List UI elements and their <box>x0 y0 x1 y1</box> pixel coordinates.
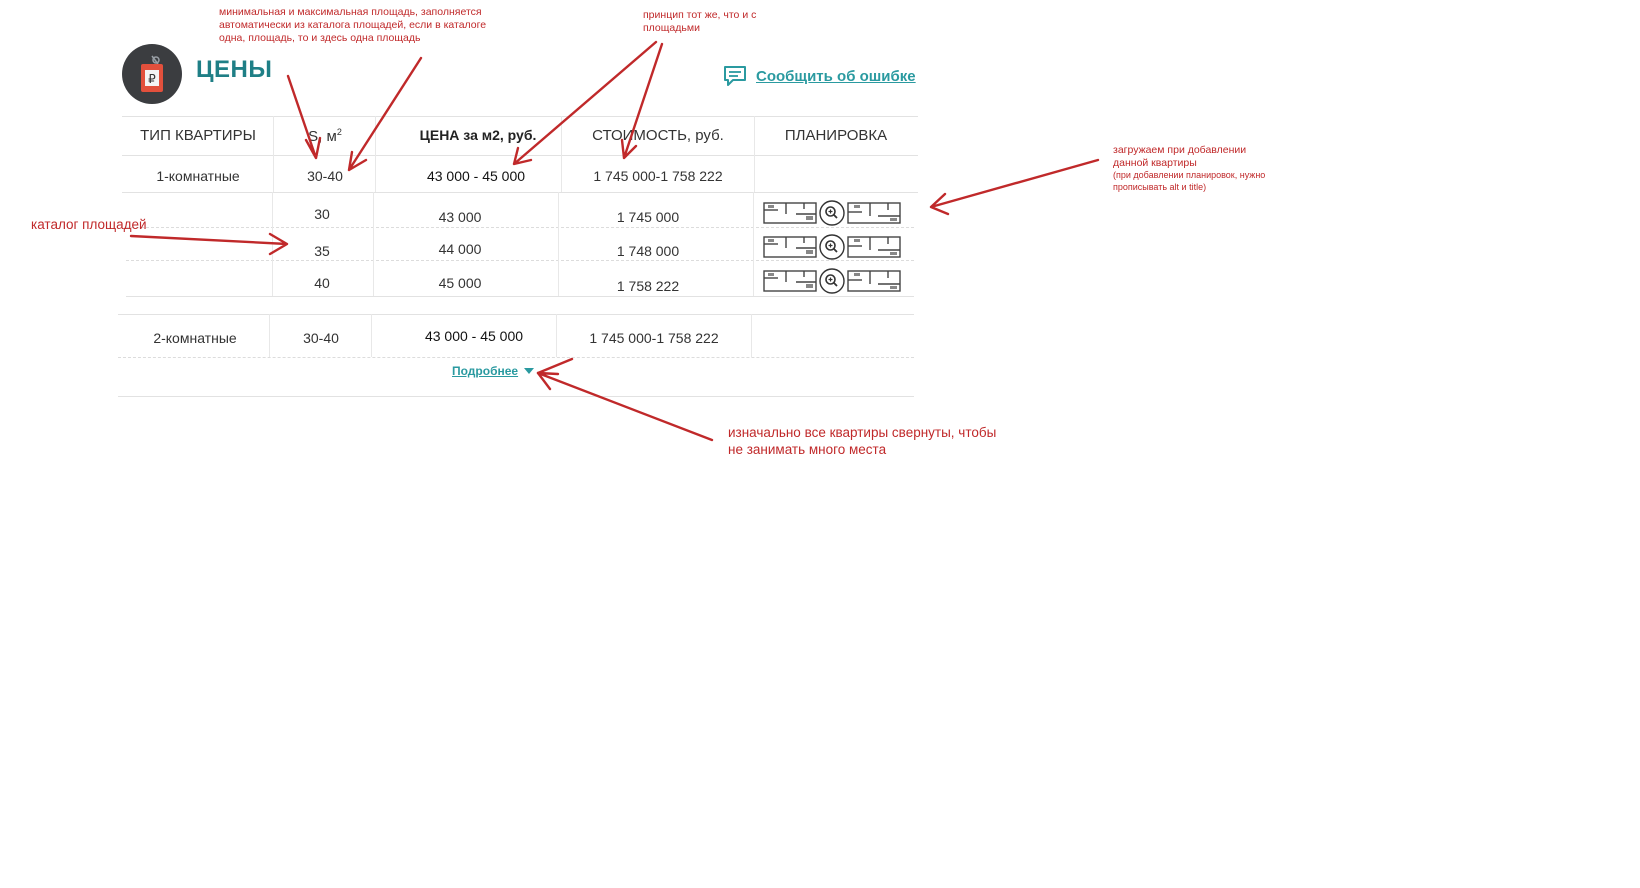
area-value: 40 <box>314 275 330 291</box>
column-divider <box>558 192 559 296</box>
more-label[interactable]: Подробнее <box>452 364 518 378</box>
chat-icon <box>724 66 746 86</box>
column-divider <box>561 116 562 192</box>
arrow <box>536 371 714 442</box>
arrow <box>129 232 289 256</box>
row-divider <box>126 227 914 228</box>
area-value: 35 <box>314 243 330 259</box>
annotation-plan: загружаем при добавлении данной квартиры… <box>1113 144 1273 193</box>
row-divider <box>126 260 914 261</box>
report-error-link[interactable]: Сообщить об ошибке <box>722 64 916 88</box>
zoom-icon <box>763 268 901 294</box>
annotation-collapse: изначально все квартиры свернуты, чтобы … <box>728 425 996 459</box>
group-divider <box>118 314 914 315</box>
row-divider <box>118 357 914 358</box>
annotation-catalog: каталог площадей <box>31 217 147 232</box>
price-range: 43 000 - 45 000 <box>424 328 524 344</box>
annotation-area: минимальная и максимальная площадь, запо… <box>219 6 487 45</box>
column-divider <box>556 314 557 357</box>
header-divider <box>122 155 918 156</box>
table-top-border <box>122 116 918 117</box>
cost-value: 1 745 000 <box>616 209 680 225</box>
cost-range: 1 745 000-1 758 222 <box>589 330 719 346</box>
arrow <box>929 158 1100 216</box>
row-divider <box>122 192 918 193</box>
price-range: 43 000 - 45 000 <box>426 168 526 184</box>
column-divider <box>269 314 270 357</box>
area-superscript: 2 <box>336 127 342 137</box>
column-divider <box>751 314 752 357</box>
report-error-label[interactable]: Сообщить об ошибке <box>756 68 916 85</box>
column-header-plan: ПЛАНИРОВКА <box>784 127 888 144</box>
zoom-icon <box>763 200 901 226</box>
floor-plan-thumbnail[interactable] <box>762 268 902 294</box>
column-divider <box>273 116 274 192</box>
area-range: 30-40 <box>303 330 339 346</box>
annotation-plan-line: (при добавлении планировок, нужно пропис… <box>1113 170 1266 192</box>
page-title: ЦЕНЫ <box>196 56 273 83</box>
column-header-price: ЦЕНА за м2, руб. <box>419 127 537 143</box>
area-value: 30 <box>314 206 330 222</box>
price-value: 45 000 <box>438 275 482 291</box>
column-divider <box>754 116 755 192</box>
annotation-price: принцип тот же, что и с площадьми <box>643 9 757 35</box>
column-divider <box>375 116 376 192</box>
column-header-type: ТИП КВАРТИРЫ <box>140 127 256 144</box>
price-value: 44 000 <box>438 241 482 257</box>
floor-plan-thumbnail[interactable] <box>762 200 902 226</box>
column-divider <box>371 314 372 357</box>
annotation-collapse-line: не занимать много места <box>728 441 887 457</box>
more-toggle[interactable]: Подробнее <box>452 364 535 378</box>
price-value: 43 000 <box>438 209 482 225</box>
caret-down-icon <box>524 368 535 374</box>
zoom-icon <box>763 234 901 260</box>
column-divider <box>753 192 754 296</box>
arrow <box>286 74 322 160</box>
arrow <box>536 357 574 375</box>
floor-plan-thumbnail[interactable] <box>762 234 902 260</box>
arrow <box>347 56 423 172</box>
price-tag-icon: ₽ <box>141 55 163 92</box>
arrow <box>512 40 658 166</box>
column-divider <box>272 192 273 296</box>
annotation-collapse-line: изначально все квартиры свернуты, чтобы <box>728 425 997 440</box>
column-header-area-label: S, м <box>308 128 337 145</box>
column-header-area: S, м2 <box>308 127 342 145</box>
area-range: 30-40 <box>307 168 343 184</box>
column-header-cost: СТОИМОСТЬ, руб. <box>592 127 724 144</box>
svg-text:₽: ₽ <box>148 72 156 86</box>
price-tag-logo: ₽ <box>122 44 182 104</box>
annotation-plan-line: загружаем при добавлении <box>1113 144 1247 156</box>
column-divider <box>373 192 374 296</box>
cost-value: 1 748 000 <box>616 243 680 259</box>
cost-range: 1 745 000-1 758 222 <box>593 168 723 184</box>
apartment-type: 1-комнатные <box>156 168 240 184</box>
cost-value: 1 758 222 <box>616 278 680 294</box>
table-bottom-border <box>118 396 914 397</box>
row-divider <box>126 296 914 297</box>
annotation-plan-line: данной квартиры <box>1113 157 1197 170</box>
apartment-type: 2-комнатные <box>153 330 237 346</box>
